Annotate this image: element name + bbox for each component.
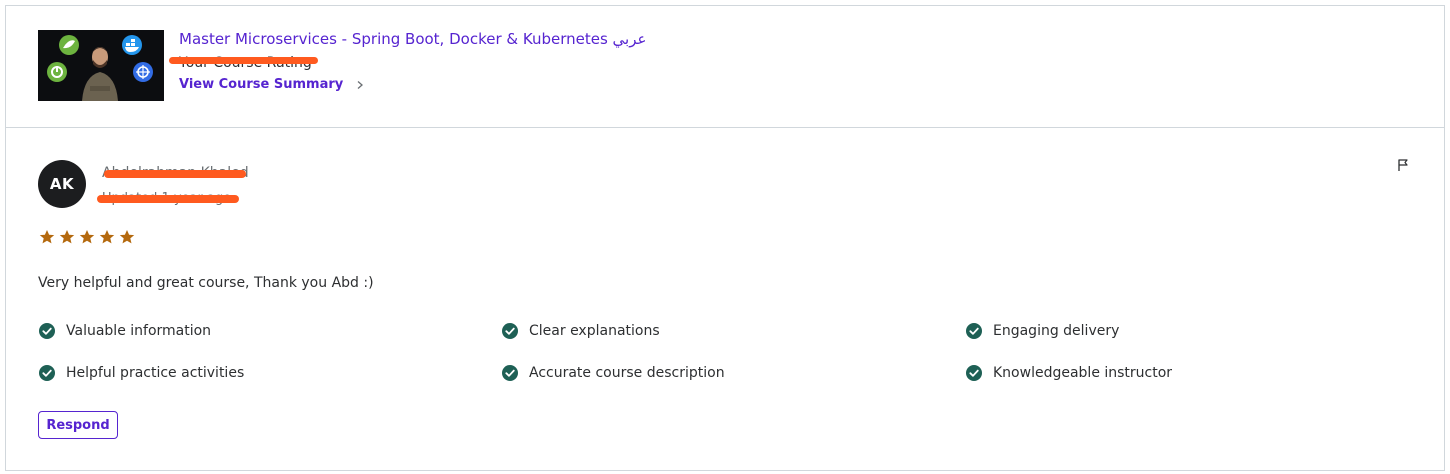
- check-circle-icon: [502, 365, 518, 381]
- review-tag-label: Engaging delivery: [993, 323, 1120, 339]
- course-thumbnail[interactable]: [38, 30, 164, 101]
- check-circle-icon: [502, 323, 518, 339]
- flag-icon[interactable]: [1396, 158, 1410, 172]
- review-tag: Knowledgeable instructor: [966, 363, 1172, 383]
- course-title[interactable]: Master Microservices - Spring Boot, Dock…: [179, 28, 646, 50]
- review-tag: Accurate course description: [502, 363, 725, 383]
- review-tag-label: Valuable information: [66, 323, 212, 339]
- docker-icon: [122, 35, 142, 55]
- star-icon: [119, 230, 135, 244]
- redaction-mark: [104, 170, 246, 178]
- review-tag-label: Knowledgeable instructor: [993, 365, 1173, 381]
- course-header: Master Microservices - Spring Boot, Dock…: [6, 6, 1444, 128]
- star-icon: [39, 230, 55, 244]
- kubernetes-icon: [133, 62, 153, 82]
- star-icon: [99, 230, 115, 244]
- respond-button[interactable]: Respond: [38, 411, 118, 439]
- review-tag-label: Helpful practice activities: [66, 365, 245, 381]
- review-tag: Helpful practice activities: [39, 363, 244, 383]
- check-circle-icon: [966, 365, 982, 381]
- review-tag: Clear explanations: [502, 321, 660, 341]
- review-tag-label: Accurate course description: [529, 365, 725, 381]
- review-body: AK Abdelrahman Khaled Updated 1 year ago…: [6, 128, 1444, 470]
- review-tag-label: Clear explanations: [529, 323, 660, 339]
- check-circle-icon: [39, 365, 55, 381]
- star-rating: [39, 229, 135, 245]
- redaction-mark: [169, 57, 318, 64]
- review-text: Very helpful and great course, Thank you…: [38, 275, 374, 291]
- review-card: Master Microservices - Spring Boot, Dock…: [5, 5, 1445, 471]
- review-tag: Valuable information: [39, 321, 211, 341]
- review-tag: Engaging delivery: [966, 321, 1119, 341]
- spring-boot-icon: [47, 62, 67, 82]
- star-icon: [59, 230, 75, 244]
- spring-icon: [59, 35, 79, 55]
- chevron-right-icon: [357, 81, 364, 89]
- check-circle-icon: [966, 323, 982, 339]
- view-course-summary-label: View Course Summary: [179, 77, 344, 92]
- redaction-mark: [97, 195, 239, 203]
- check-circle-icon: [39, 323, 55, 339]
- view-course-summary-link[interactable]: View Course Summary: [179, 76, 365, 94]
- star-icon: [79, 230, 95, 244]
- avatar: AK: [38, 160, 86, 208]
